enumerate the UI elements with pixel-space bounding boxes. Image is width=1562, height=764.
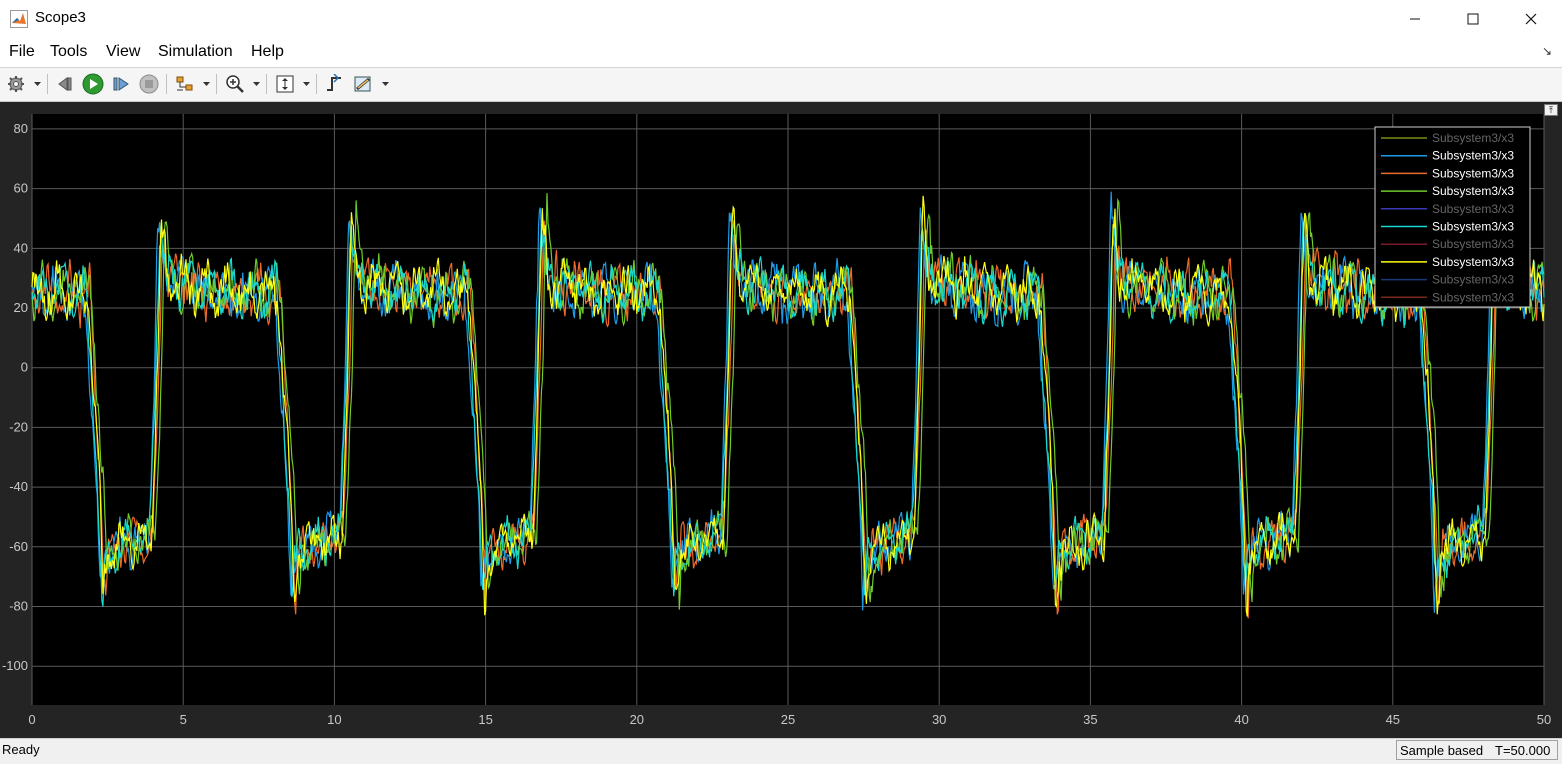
zoom-in-button[interactable] <box>224 72 246 96</box>
measurements-icon <box>354 76 371 92</box>
chevron-down-icon <box>302 82 310 86</box>
toolbar-separator <box>166 74 167 94</box>
signal-select-dropdown[interactable] <box>201 72 211 96</box>
x-tick-label: 5 <box>180 712 187 727</box>
toolbar-separator <box>216 74 217 94</box>
x-tick-label: 20 <box>630 712 644 727</box>
matlab-icon <box>10 10 28 28</box>
x-tick-label: 45 <box>1386 712 1400 727</box>
status-bar: Ready Sample based T=50.000 <box>0 738 1562 764</box>
settings-button[interactable] <box>6 72 26 96</box>
stop-icon <box>139 74 159 94</box>
y-tick-label: 80 <box>14 121 28 136</box>
run-icon <box>82 73 104 95</box>
run-button[interactable] <box>82 72 104 96</box>
y-tick-label: 60 <box>14 181 28 196</box>
x-tick-label: 25 <box>781 712 795 727</box>
chevron-down-icon <box>33 82 41 86</box>
title-bar: Scope3 <box>0 0 1562 39</box>
menu-help[interactable]: Help <box>251 43 284 61</box>
signal-select-icon <box>176 76 193 91</box>
legend-label: Subsystem3/x3 <box>1432 255 1514 269</box>
y-tick-label: -40 <box>9 479 28 494</box>
x-tick-label: 0 <box>28 712 35 727</box>
menu-simulation[interactable]: Simulation <box>158 43 233 61</box>
legend-label: Subsystem3/x3 <box>1432 273 1514 287</box>
minimize-icon <box>1410 18 1420 20</box>
toolbar-separator <box>266 74 267 94</box>
y-tick-label: 0 <box>21 360 28 375</box>
y-tick-label: -60 <box>9 539 28 554</box>
y-tick-label: -20 <box>9 419 28 434</box>
toolbar-separator <box>47 74 48 94</box>
y-tick-label: -80 <box>9 599 28 614</box>
legend-label: Subsystem3/x3 <box>1432 220 1514 234</box>
legend-label: Subsystem3/x3 <box>1432 202 1514 216</box>
y-tick-label: 40 <box>14 240 28 255</box>
x-tick-label: 40 <box>1234 712 1248 727</box>
legend-label: Subsystem3/x3 <box>1432 166 1514 180</box>
legend-label: Subsystem3/x3 <box>1432 184 1514 198</box>
signal-select-button[interactable] <box>174 72 196 96</box>
zoom-dropdown[interactable] <box>251 72 261 96</box>
status-mode-text: Sample based <box>1400 743 1484 758</box>
step-back-icon <box>58 77 72 91</box>
autoscale-dropdown[interactable] <box>301 72 311 96</box>
menu-file[interactable]: File <box>9 43 35 61</box>
autoscale-icon <box>276 75 294 93</box>
window-title: Scope3 <box>35 9 86 26</box>
measurements-button[interactable] <box>352 72 376 96</box>
legend-label: Subsystem3/x3 <box>1432 237 1514 251</box>
toolbar <box>0 68 1562 102</box>
autoscale-button[interactable] <box>274 72 296 96</box>
y-tick-label: -100 <box>2 658 28 673</box>
x-tick-label: 30 <box>932 712 946 727</box>
gear-icon <box>8 76 24 92</box>
menu-bar: File Tools View Simulation Help ↘ <box>0 38 1562 68</box>
x-tick-label: 35 <box>1083 712 1097 727</box>
trigger-icon <box>327 74 341 91</box>
scope-plot[interactable]: 0 5 10 15 20 25 30 35 40 45 50 80 60 40 20 0 -20 -40 -60 -8… <box>0 102 1562 738</box>
toolbar-separator <box>316 74 317 94</box>
step-forward-button[interactable] <box>110 72 132 96</box>
legend-label: Subsystem3/x3 <box>1432 149 1514 163</box>
chevron-down-icon <box>202 82 210 86</box>
dock-arrow-icon[interactable]: ↘ <box>1542 44 1552 58</box>
minimize-button[interactable] <box>1386 0 1444 38</box>
zoom-in-icon <box>226 75 244 93</box>
legend-label: Subsystem3/x3 <box>1432 131 1514 145</box>
x-tick-label: 15 <box>478 712 492 727</box>
x-tick-label: 50 <box>1537 712 1551 727</box>
status-time-text: T=50.000 <box>1495 743 1551 758</box>
undock-button[interactable]: ⤒ <box>1544 104 1558 116</box>
step-back-button[interactable] <box>54 72 76 96</box>
status-ready-text: Ready <box>2 742 40 757</box>
chevron-down-icon <box>381 82 389 86</box>
maximize-button[interactable] <box>1444 0 1502 38</box>
step-forward-icon <box>113 77 129 91</box>
legend-label: Subsystem3/x3 <box>1432 290 1514 304</box>
chevron-down-icon <box>252 82 260 86</box>
stop-button[interactable] <box>138 72 160 96</box>
maximize-icon <box>1467 13 1479 25</box>
close-icon <box>1525 13 1537 25</box>
settings-dropdown[interactable] <box>32 72 42 96</box>
y-tick-label: 20 <box>14 300 28 315</box>
x-tick-label: 10 <box>327 712 341 727</box>
close-button[interactable] <box>1502 0 1560 38</box>
trigger-button[interactable] <box>323 72 345 96</box>
measurements-dropdown[interactable] <box>380 72 390 96</box>
menu-tools[interactable]: Tools <box>50 43 87 61</box>
status-right-panel: Sample based T=50.000 <box>1396 740 1558 760</box>
menu-view[interactable]: View <box>106 43 140 61</box>
